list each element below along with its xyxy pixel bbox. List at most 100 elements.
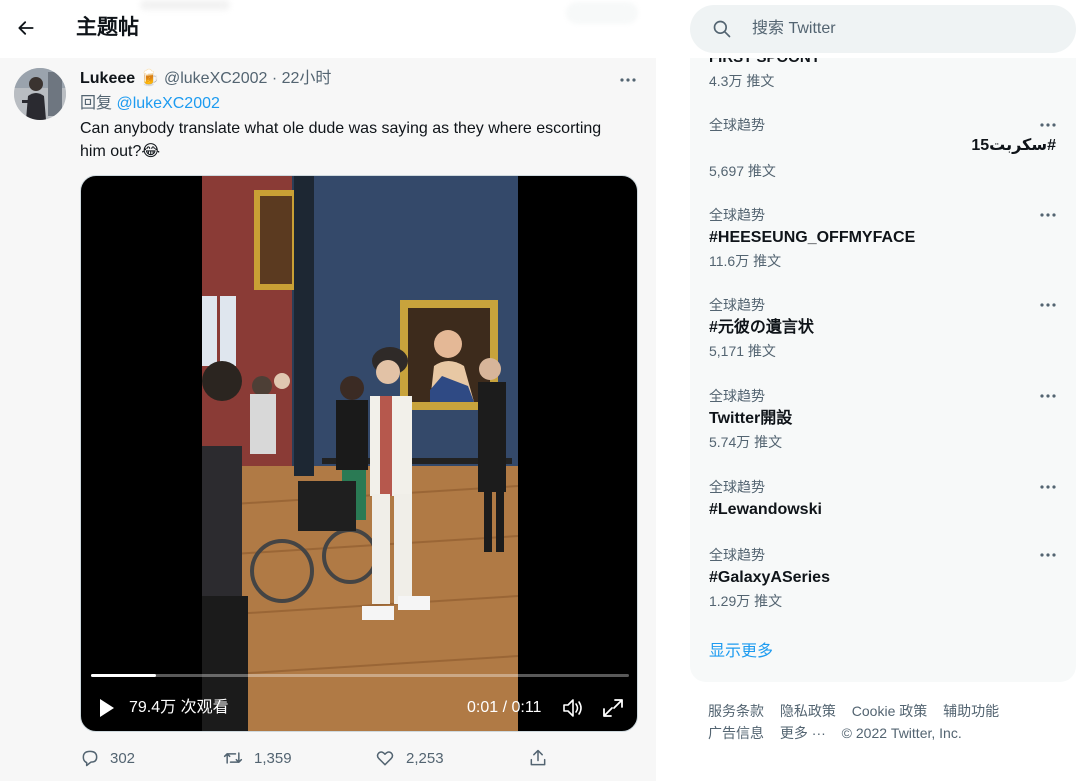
volume-icon (563, 699, 582, 717)
like-button[interactable]: 2,253 (374, 745, 444, 771)
avatar-image (14, 68, 66, 120)
more-horizontal-icon (1040, 394, 1056, 398)
footer-link-terms[interactable]: 服务条款 (708, 703, 764, 719)
like-count: 2,253 (406, 749, 444, 767)
more-horizontal-icon (1040, 485, 1056, 489)
trend-context: 全球趋势 (709, 297, 765, 313)
trend-item[interactable]: 全球趋势 #元彼の遺言状 5,171 推文 (690, 296, 1076, 382)
fullscreen-icon (603, 699, 623, 717)
share-icon (530, 749, 546, 766)
tweet-more-button[interactable] (614, 66, 642, 94)
footer-link-privacy[interactable]: 隐私政策 (780, 703, 836, 719)
trend-count: 11.6万 推文 (709, 253, 782, 269)
main-column: 主题帖 Lukeee 🍺 @lukeXC2002 · 22小时 回复 @luke… (0, 0, 656, 781)
play-icon (100, 699, 114, 717)
reply-handle-link[interactable]: @lukeXC2002 (116, 95, 219, 112)
trend-context: 全球趋势 (709, 479, 765, 495)
footer-link-accessibility[interactable]: 辅助功能 (943, 703, 999, 719)
footer-link-cookie[interactable]: Cookie 政策 (852, 703, 927, 719)
back-arrow-icon (18, 21, 34, 35)
play-button[interactable] (95, 697, 117, 719)
trend-more-button[interactable] (1034, 383, 1062, 409)
trend-name-cut-off[interactable]: FIRST SPOONY (709, 58, 821, 66)
search-input[interactable] (752, 18, 1052, 40)
search-box[interactable] (690, 5, 1076, 53)
trend-name: #GalaxyASeries (709, 569, 830, 586)
share-button[interactable] (528, 745, 558, 771)
footer-row: 广告信息 更多 ··· © 2022 Twitter, Inc. (708, 722, 1068, 744)
footer-link-more[interactable]: 更多 ··· (780, 725, 826, 741)
trend-name: #Lewandowski (709, 501, 822, 518)
video-progress-bar[interactable] (91, 674, 629, 677)
trend-name: #元彼の遺言状 (709, 319, 814, 336)
fullscreen-button[interactable] (601, 697, 625, 719)
trend-count: 1.29万 推文 (709, 593, 783, 609)
trend-count: 5,171 推文 (709, 343, 776, 359)
page-title: 主题帖 (76, 16, 139, 39)
back-button[interactable] (12, 14, 40, 42)
tweet-time[interactable]: 22小时 (282, 70, 332, 87)
reply-icon (82, 750, 98, 767)
reply-count: 302 (110, 749, 136, 767)
trend-count: 5.74万 推文 (709, 434, 783, 450)
trend-item[interactable]: 全球趋势 #HEESEUNG_OFFMYFACE 11.6万 推文 (690, 206, 1076, 292)
view-count: 79.4万 次观看 (129, 699, 229, 716)
reply-line: 回复 @lukeXC2002 (80, 92, 640, 116)
search-icon (713, 20, 731, 38)
tweet[interactable]: Lukeee 🍺 @lukeXC2002 · 22小时 回复 @lukeXC20… (0, 58, 656, 781)
more-horizontal-icon (1040, 553, 1056, 557)
copyright: © 2022 Twitter, Inc. (841, 725, 962, 741)
trend-more-button[interactable] (1034, 202, 1062, 228)
more-horizontal-icon (1040, 123, 1056, 127)
trend-context: 全球趋势 (709, 547, 765, 563)
video-time: 0:01 / 0:11 (467, 699, 542, 716)
retweet-icon (223, 752, 243, 764)
video-player[interactable]: 79.4万 次观看 0:01 / 0:11 (80, 175, 638, 732)
trend-item[interactable]: 全球趋势 #Lewandowski (690, 478, 1076, 538)
reply-prefix: 回复 (80, 95, 113, 112)
trend-context: 全球趋势 (709, 117, 765, 133)
trend-name: Twitter開設 (709, 410, 793, 427)
trend-name: #HEESEUNG_OFFMYFACE (709, 229, 916, 246)
trend-item[interactable]: 全球趋势 #GalaxyASeries 1.29万 推文 (690, 546, 1076, 632)
tweet-actions: 302 1,359 2,253 (80, 745, 640, 771)
trend-more-button[interactable] (1034, 112, 1062, 138)
volume-button[interactable] (561, 697, 585, 719)
more-horizontal-icon (620, 78, 636, 82)
trend-item[interactable]: 全球趋势 #سكربت15 5,697 推文 (690, 116, 1076, 202)
trend-count: 5,697 推文 (709, 163, 776, 179)
faded-scroll-content (566, 2, 638, 24)
footer-row: 服务条款 隐私政策 Cookie 政策 辅助功能 (708, 700, 1068, 722)
tweet-text: Can anybody translate what ole dude was … (80, 120, 602, 160)
trend-count-cut-off: 4.3万 推文 (709, 73, 775, 89)
separator: · (271, 70, 278, 87)
tweet-body: Lukeee 🍺 @lukeXC2002 · 22小时 回复 @lukeXC20… (80, 68, 640, 163)
retweet-button[interactable]: 1,359 (222, 745, 292, 771)
footer: 服务条款 隐私政策 Cookie 政策 辅助功能 广告信息 更多 ··· © 2… (708, 700, 1068, 744)
show-more-link[interactable]: 显示更多 (709, 641, 773, 663)
author-name[interactable]: Lukeee (80, 70, 135, 87)
footer-link-ads[interactable]: 广告信息 (708, 725, 764, 741)
faded-scroll-content (140, 0, 230, 10)
trends-panel: FIRST SPOONY 4.3万 推文 全球趋势 #سكربت15 5,697… (690, 58, 1076, 682)
trend-more-button[interactable] (1034, 292, 1062, 318)
author-handle[interactable]: @lukeXC2002 (164, 70, 267, 87)
video-controls: 79.4万 次观看 0:01 / 0:11 (81, 688, 637, 728)
trend-item[interactable]: 全球趋势 Twitter開設 5.74万 推文 (690, 387, 1076, 473)
tweet-header: Lukeee 🍺 @lukeXC2002 · 22小时 (80, 68, 640, 89)
heart-icon (376, 751, 394, 766)
reply-button[interactable]: 302 (80, 745, 135, 771)
avatar[interactable] (14, 68, 66, 120)
video-frame (202, 176, 518, 731)
trend-name: #سكربت15 (971, 137, 1056, 154)
more-horizontal-icon (1040, 213, 1056, 217)
trend-more-button[interactable] (1034, 474, 1062, 500)
video-progress-fill (91, 674, 156, 677)
trend-context: 全球趋势 (709, 388, 765, 404)
beer-emoji-icon: 🍺 (139, 70, 160, 87)
trend-more-button[interactable] (1034, 542, 1062, 568)
more-horizontal-icon (1040, 303, 1056, 307)
top-bar: 主题帖 (0, 0, 656, 58)
trend-context: 全球趋势 (709, 207, 765, 223)
retweet-count: 1,359 (254, 749, 292, 767)
